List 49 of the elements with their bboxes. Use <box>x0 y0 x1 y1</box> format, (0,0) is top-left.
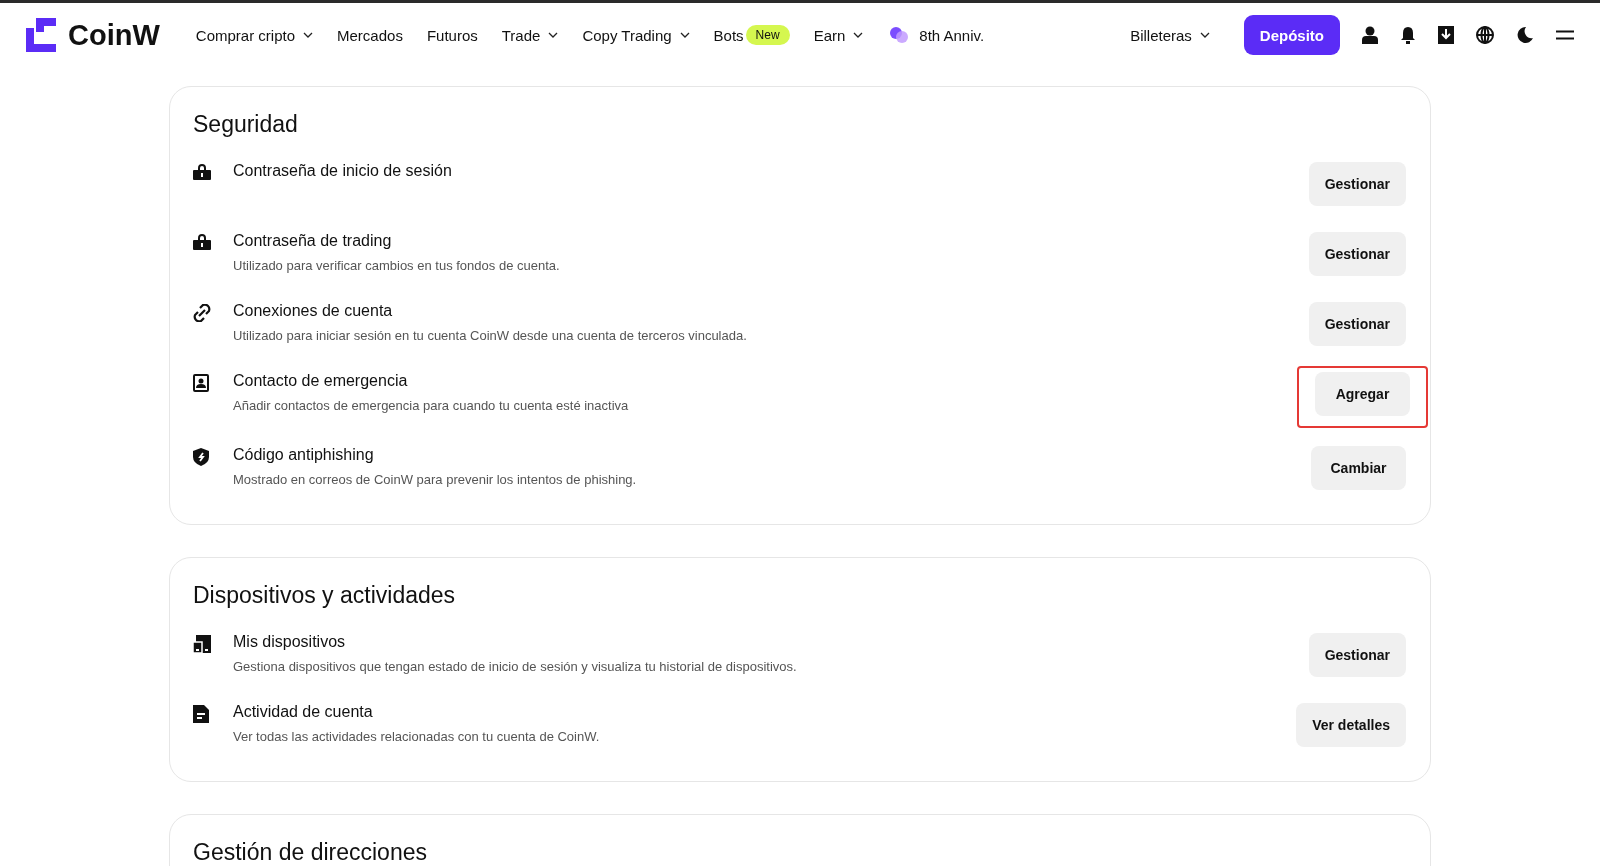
nav-link[interactable]: Comprar cripto <box>195 26 313 44</box>
nav-link[interactable]: Copy Trading <box>582 26 690 44</box>
setting-title: Contacto de emergencia <box>233 372 409 390</box>
setting-description: Ver todas las actividades relacionadas con tu cuenta de CoinW. <box>233 729 601 744</box>
deposit-button[interactable]: Depósito <box>1243 15 1340 55</box>
action-button[interactable]: Agregar <box>1315 372 1410 416</box>
download-icon[interactable] <box>1438 26 1454 44</box>
lock-icon <box>193 164 211 180</box>
setting-title: Mis dispositivos <box>233 633 347 651</box>
setting-description: Mostrado en correos de CoinW para prevenir los intentos de phishing. <box>233 472 638 487</box>
setting-title: Contraseña de inicio de sesión <box>233 162 453 180</box>
action-button[interactable]: Gestionar <box>1308 302 1406 346</box>
setting-description: Utilizado para iniciar sesión en tu cuenta CoinW desde una cuenta de terceros vinculada. <box>233 328 748 343</box>
link-icon <box>193 304 211 322</box>
nav-link[interactable]: Trade <box>501 26 559 44</box>
moon-icon[interactable] <box>1516 26 1534 44</box>
nav-link[interactable]: Bots New <box>713 25 790 45</box>
new-badge: New <box>745 25 790 45</box>
nav-link[interactable]: Earn <box>813 26 864 44</box>
logo-text[interactable]: CoinW <box>68 18 160 52</box>
contact-card-icon <box>193 374 209 392</box>
setting-title: Conexiones de cuenta <box>233 302 394 320</box>
wallets-menu[interactable]: Billeteras <box>1130 26 1210 44</box>
shield-icon <box>193 448 209 466</box>
section-title: Dispositivos y actividades <box>193 582 457 609</box>
logo-icon <box>26 18 56 52</box>
user-icon[interactable] <box>1362 26 1378 44</box>
action-button[interactable]: Ver detalles <box>1296 703 1406 747</box>
setting-title: Contraseña de trading <box>233 232 393 250</box>
action-button[interactable]: Gestionar <box>1308 232 1406 276</box>
device-icon <box>193 635 211 653</box>
nav-link[interactable]: 8th Anniv. <box>887 23 985 47</box>
action-button[interactable]: Gestionar <box>1308 633 1406 677</box>
globe-icon[interactable] <box>1476 26 1494 44</box>
bell-icon[interactable] <box>1400 26 1416 44</box>
nav-link[interactable]: Mercados <box>337 26 403 44</box>
lock-icon <box>193 234 211 250</box>
setting-title: Código antiphishing <box>233 446 375 464</box>
action-button[interactable]: Cambiar <box>1311 446 1406 490</box>
section-title: Seguridad <box>193 111 299 138</box>
setting-description: Añadir contactos de emergencia para cuando tu cuenta esté inactiva <box>233 398 630 413</box>
menu-icon[interactable] <box>1556 30 1574 40</box>
setting-description: Utilizado para verificar cambios en tus fondos de cuenta. <box>233 258 561 273</box>
document-icon <box>193 705 209 723</box>
section-title: Gestión de direcciones <box>193 839 428 866</box>
nav-link[interactable]: Futuros <box>426 26 478 44</box>
action-button[interactable]: Gestionar <box>1308 162 1406 206</box>
setting-description: Gestiona dispositivos que tengan estado de inicio de sesión y visualiza tu historial de dispositivos. <box>233 659 798 674</box>
setting-title: Actividad de cuenta <box>233 703 374 721</box>
